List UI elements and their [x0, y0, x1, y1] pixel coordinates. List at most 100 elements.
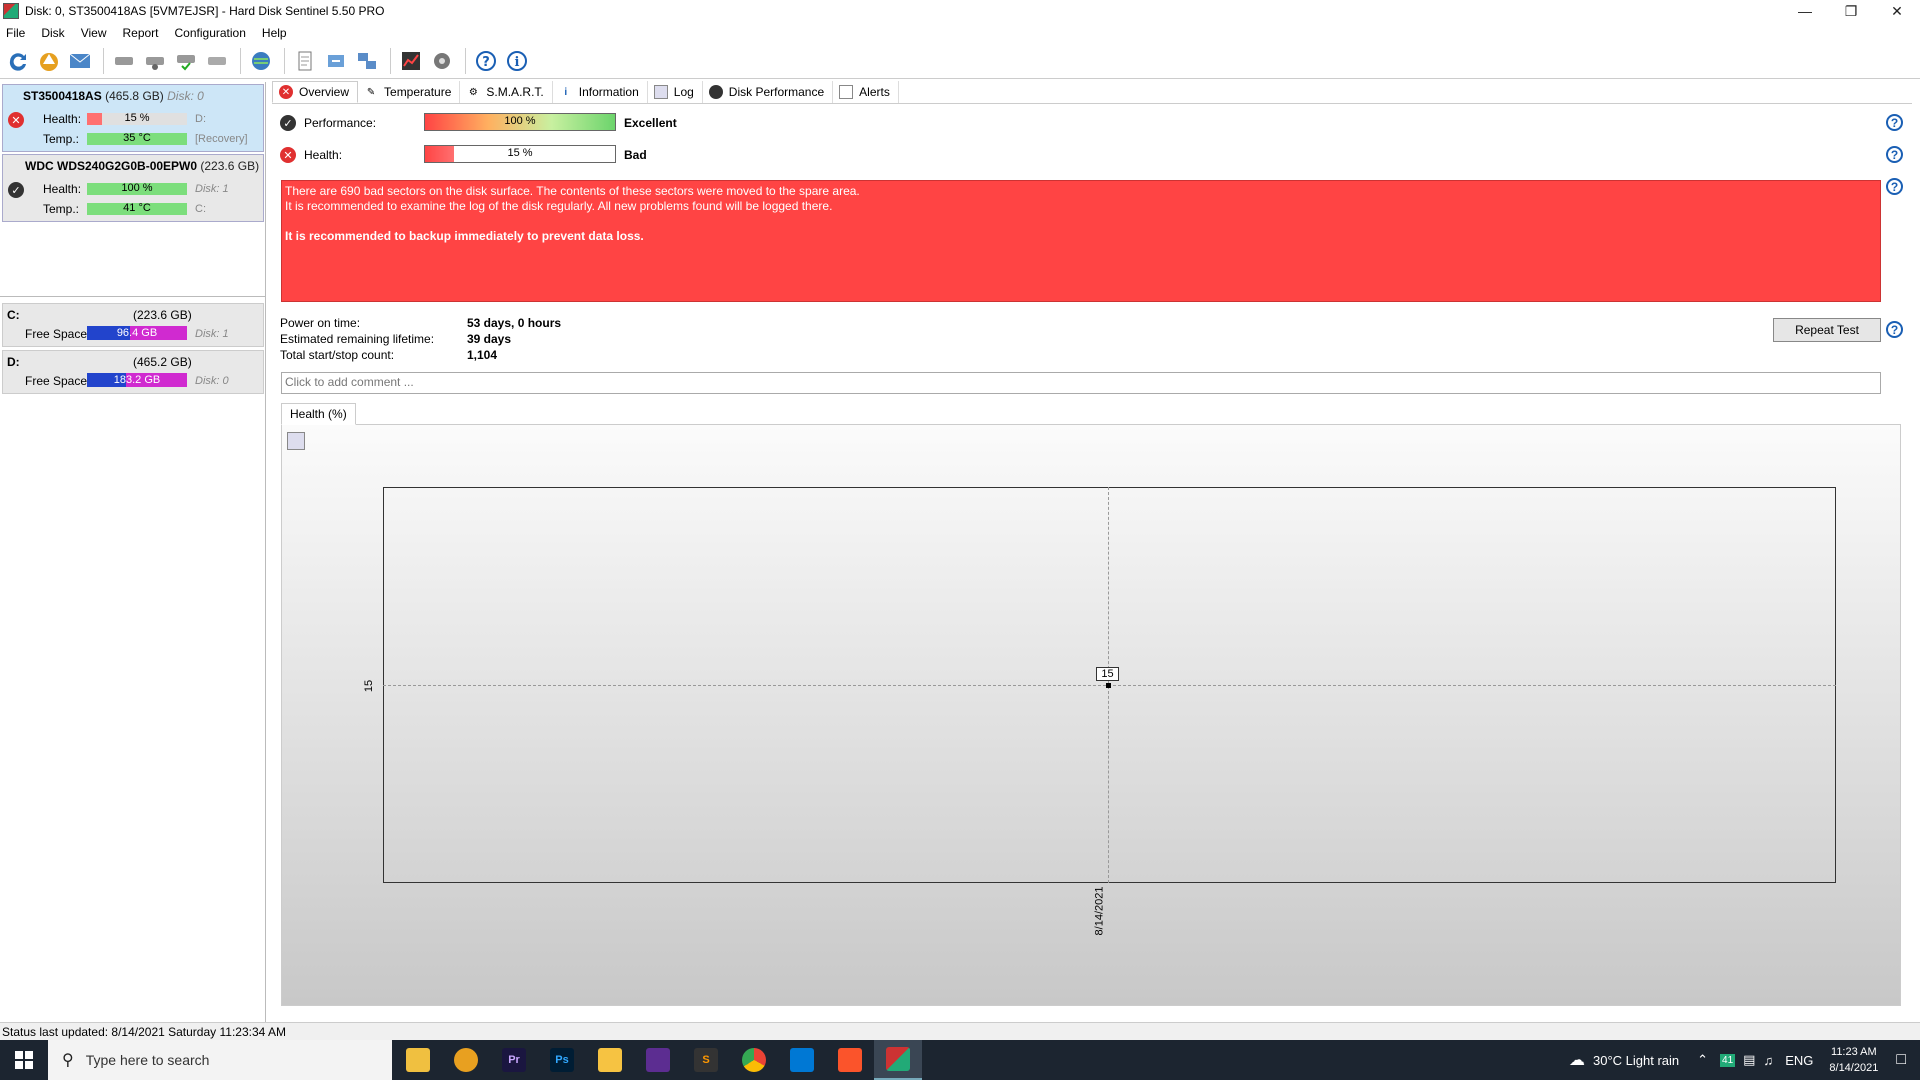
network-icon[interactable]: ▤ [1743, 1052, 1755, 1068]
error-icon: ✕ [280, 147, 296, 163]
taskbar: ⚲ Type here to search Pr Ps S ☁ 30°C Lig… [0, 1040, 1920, 1080]
info-icon[interactable]: i [503, 47, 531, 75]
svg-text:i: i [515, 55, 520, 70]
help-icon[interactable]: ? [472, 47, 500, 75]
globe-icon[interactable] [247, 47, 275, 75]
chart-x-tick: 8/14/2021 [1093, 886, 1106, 936]
help-icon[interactable]: ? [1886, 114, 1903, 131]
info-icon: i [564, 86, 568, 98]
temp-value: 35 °C [123, 132, 151, 144]
browser-icon[interactable] [442, 1040, 490, 1080]
taskbar-search[interactable]: ⚲ Type here to search [48, 1040, 392, 1080]
tab-temperature[interactable]: ✎ Temperature [358, 81, 461, 103]
hard-disk-sentinel-taskbar-icon[interactable] [874, 1040, 922, 1080]
ok-icon: ✓ [8, 182, 24, 198]
health-bar: 100 % [87, 182, 187, 195]
visual-studio-icon[interactable] [634, 1040, 682, 1080]
help-icon[interactable]: ? [1886, 146, 1903, 163]
tab-information[interactable]: i Information [553, 81, 648, 103]
network-icon[interactable] [353, 47, 381, 75]
menu-disk[interactable]: Disk [41, 26, 64, 40]
start-button[interactable] [0, 1040, 48, 1080]
sublime-text-icon[interactable]: S [682, 1040, 730, 1080]
disk-check-icon[interactable] [172, 47, 200, 75]
photoshop-icon[interactable]: Ps [538, 1040, 586, 1080]
health-bar: 15 % [87, 112, 187, 125]
disk-tools-icon[interactable] [203, 47, 231, 75]
menu-bar: File Disk View Report Configuration Help [0, 23, 297, 43]
temp-value: 41 °C [123, 202, 151, 214]
power-on-label: Power on time: [280, 316, 361, 330]
volume-icon[interactable]: ♫ [1763, 1053, 1773, 1068]
brave-icon[interactable] [826, 1040, 874, 1080]
ok-icon: ✓ [280, 115, 296, 131]
alert-disk-icon[interactable] [35, 47, 63, 75]
health-value: 15 % [507, 147, 533, 159]
report-icon[interactable] [291, 47, 319, 75]
tray-badge[interactable]: 41 [1720, 1053, 1736, 1067]
help-icon[interactable]: ? [1886, 321, 1903, 338]
chart-tab-health[interactable]: Health (%) [281, 403, 356, 425]
language-indicator[interactable]: ENG [1785, 1053, 1813, 1068]
close-button[interactable]: ✕ [1874, 0, 1920, 22]
restore-button[interactable]: ❐ [1828, 0, 1874, 22]
chrome-icon[interactable] [730, 1040, 778, 1080]
remaining-lifetime-value: 39 days [467, 332, 512, 346]
minimize-button[interactable]: — [1782, 0, 1828, 22]
performance-value: 100 % [504, 115, 536, 127]
free-space-value: 183.2 GB [113, 374, 161, 386]
performance-label: Performance: [304, 116, 377, 130]
notifications-icon[interactable]: □ [1896, 1051, 1906, 1069]
backup-icon[interactable] [322, 47, 350, 75]
start-stop-value: 1,104 [467, 348, 498, 362]
clock[interactable]: 11:23 AM 8/14/2021 [1829, 1044, 1878, 1076]
menu-file[interactable]: File [6, 26, 25, 40]
comment-field[interactable]: Click to add comment ... [281, 372, 1881, 394]
settings-icon[interactable] [428, 47, 456, 75]
drive-entry-d[interactable]: D: (465.2 GB) Free Space 183.2 GB Disk: … [2, 350, 264, 394]
menu-configuration[interactable]: Configuration [175, 26, 246, 40]
remaining-lifetime-label: Estimated remaining lifetime: [280, 332, 435, 346]
email-report-icon[interactable] [66, 47, 94, 75]
tab-label: S.M.A.R.T. [486, 85, 544, 99]
premiere-icon[interactable]: Pr [490, 1040, 538, 1080]
toolbar-separator [465, 47, 466, 74]
disk-entry-0[interactable]: ST3500418AS (465.8 GB) Disk: 0 ✕ Health:… [2, 84, 264, 152]
tab-smart[interactable]: ⚙ S.M.A.R.T. [460, 81, 553, 103]
tab-alerts[interactable]: Alerts [833, 81, 899, 103]
performance-icon [708, 85, 723, 99]
log-icon [653, 85, 668, 99]
drive-entry-c[interactable]: C: (223.6 GB) Free Space 96.4 GB Disk: 1 [2, 303, 264, 347]
chart-data-label: 15 [1096, 667, 1119, 681]
save-icon[interactable] [287, 432, 305, 450]
chevron-up-icon[interactable]: ⌃ [1697, 1052, 1708, 1068]
alert-line: It is recommended to examine the log of … [285, 199, 833, 213]
disk-scan-icon[interactable] [110, 47, 138, 75]
health-value: 15 % [124, 112, 150, 124]
windows-icon [15, 1051, 33, 1069]
refresh-icon[interactable] [4, 47, 32, 75]
tab-label: Information [578, 85, 639, 99]
tab-disk-performance[interactable]: Disk Performance [703, 81, 834, 103]
weather-text[interactable]: 30°C Light rain [1593, 1053, 1679, 1068]
menu-help[interactable]: Help [262, 26, 287, 40]
status-bar: Status last updated: 8/14/2021 Saturday … [0, 1022, 1920, 1040]
tab-log[interactable]: Log [648, 81, 703, 103]
sticky-notes-icon[interactable] [586, 1040, 634, 1080]
tab-label: Alerts [859, 85, 890, 99]
disk-title: WDC WDS240G2G0B-00EPW0 (223.6 GB) [25, 159, 259, 173]
vscode-icon[interactable] [778, 1040, 826, 1080]
svg-text:?: ? [482, 55, 490, 70]
menu-view[interactable]: View [81, 26, 107, 40]
tab-overview[interactable]: ✕ Overview [272, 81, 359, 103]
file-explorer-icon[interactable] [394, 1040, 442, 1080]
repeat-test-button[interactable]: Repeat Test [1773, 318, 1881, 342]
temp-bar: 35 °C [87, 132, 187, 145]
drive-size: (465.2 GB) [133, 355, 192, 369]
help-icon[interactable]: ? [1886, 178, 1903, 195]
disk-number: Disk: 1 [195, 183, 229, 195]
menu-report[interactable]: Report [122, 26, 158, 40]
disk-entry-1[interactable]: WDC WDS240G2G0B-00EPW0 (223.6 GB) ✓ Heal… [2, 154, 264, 222]
performance-chart-icon[interactable] [397, 47, 425, 75]
disk-test-icon[interactable] [141, 47, 169, 75]
